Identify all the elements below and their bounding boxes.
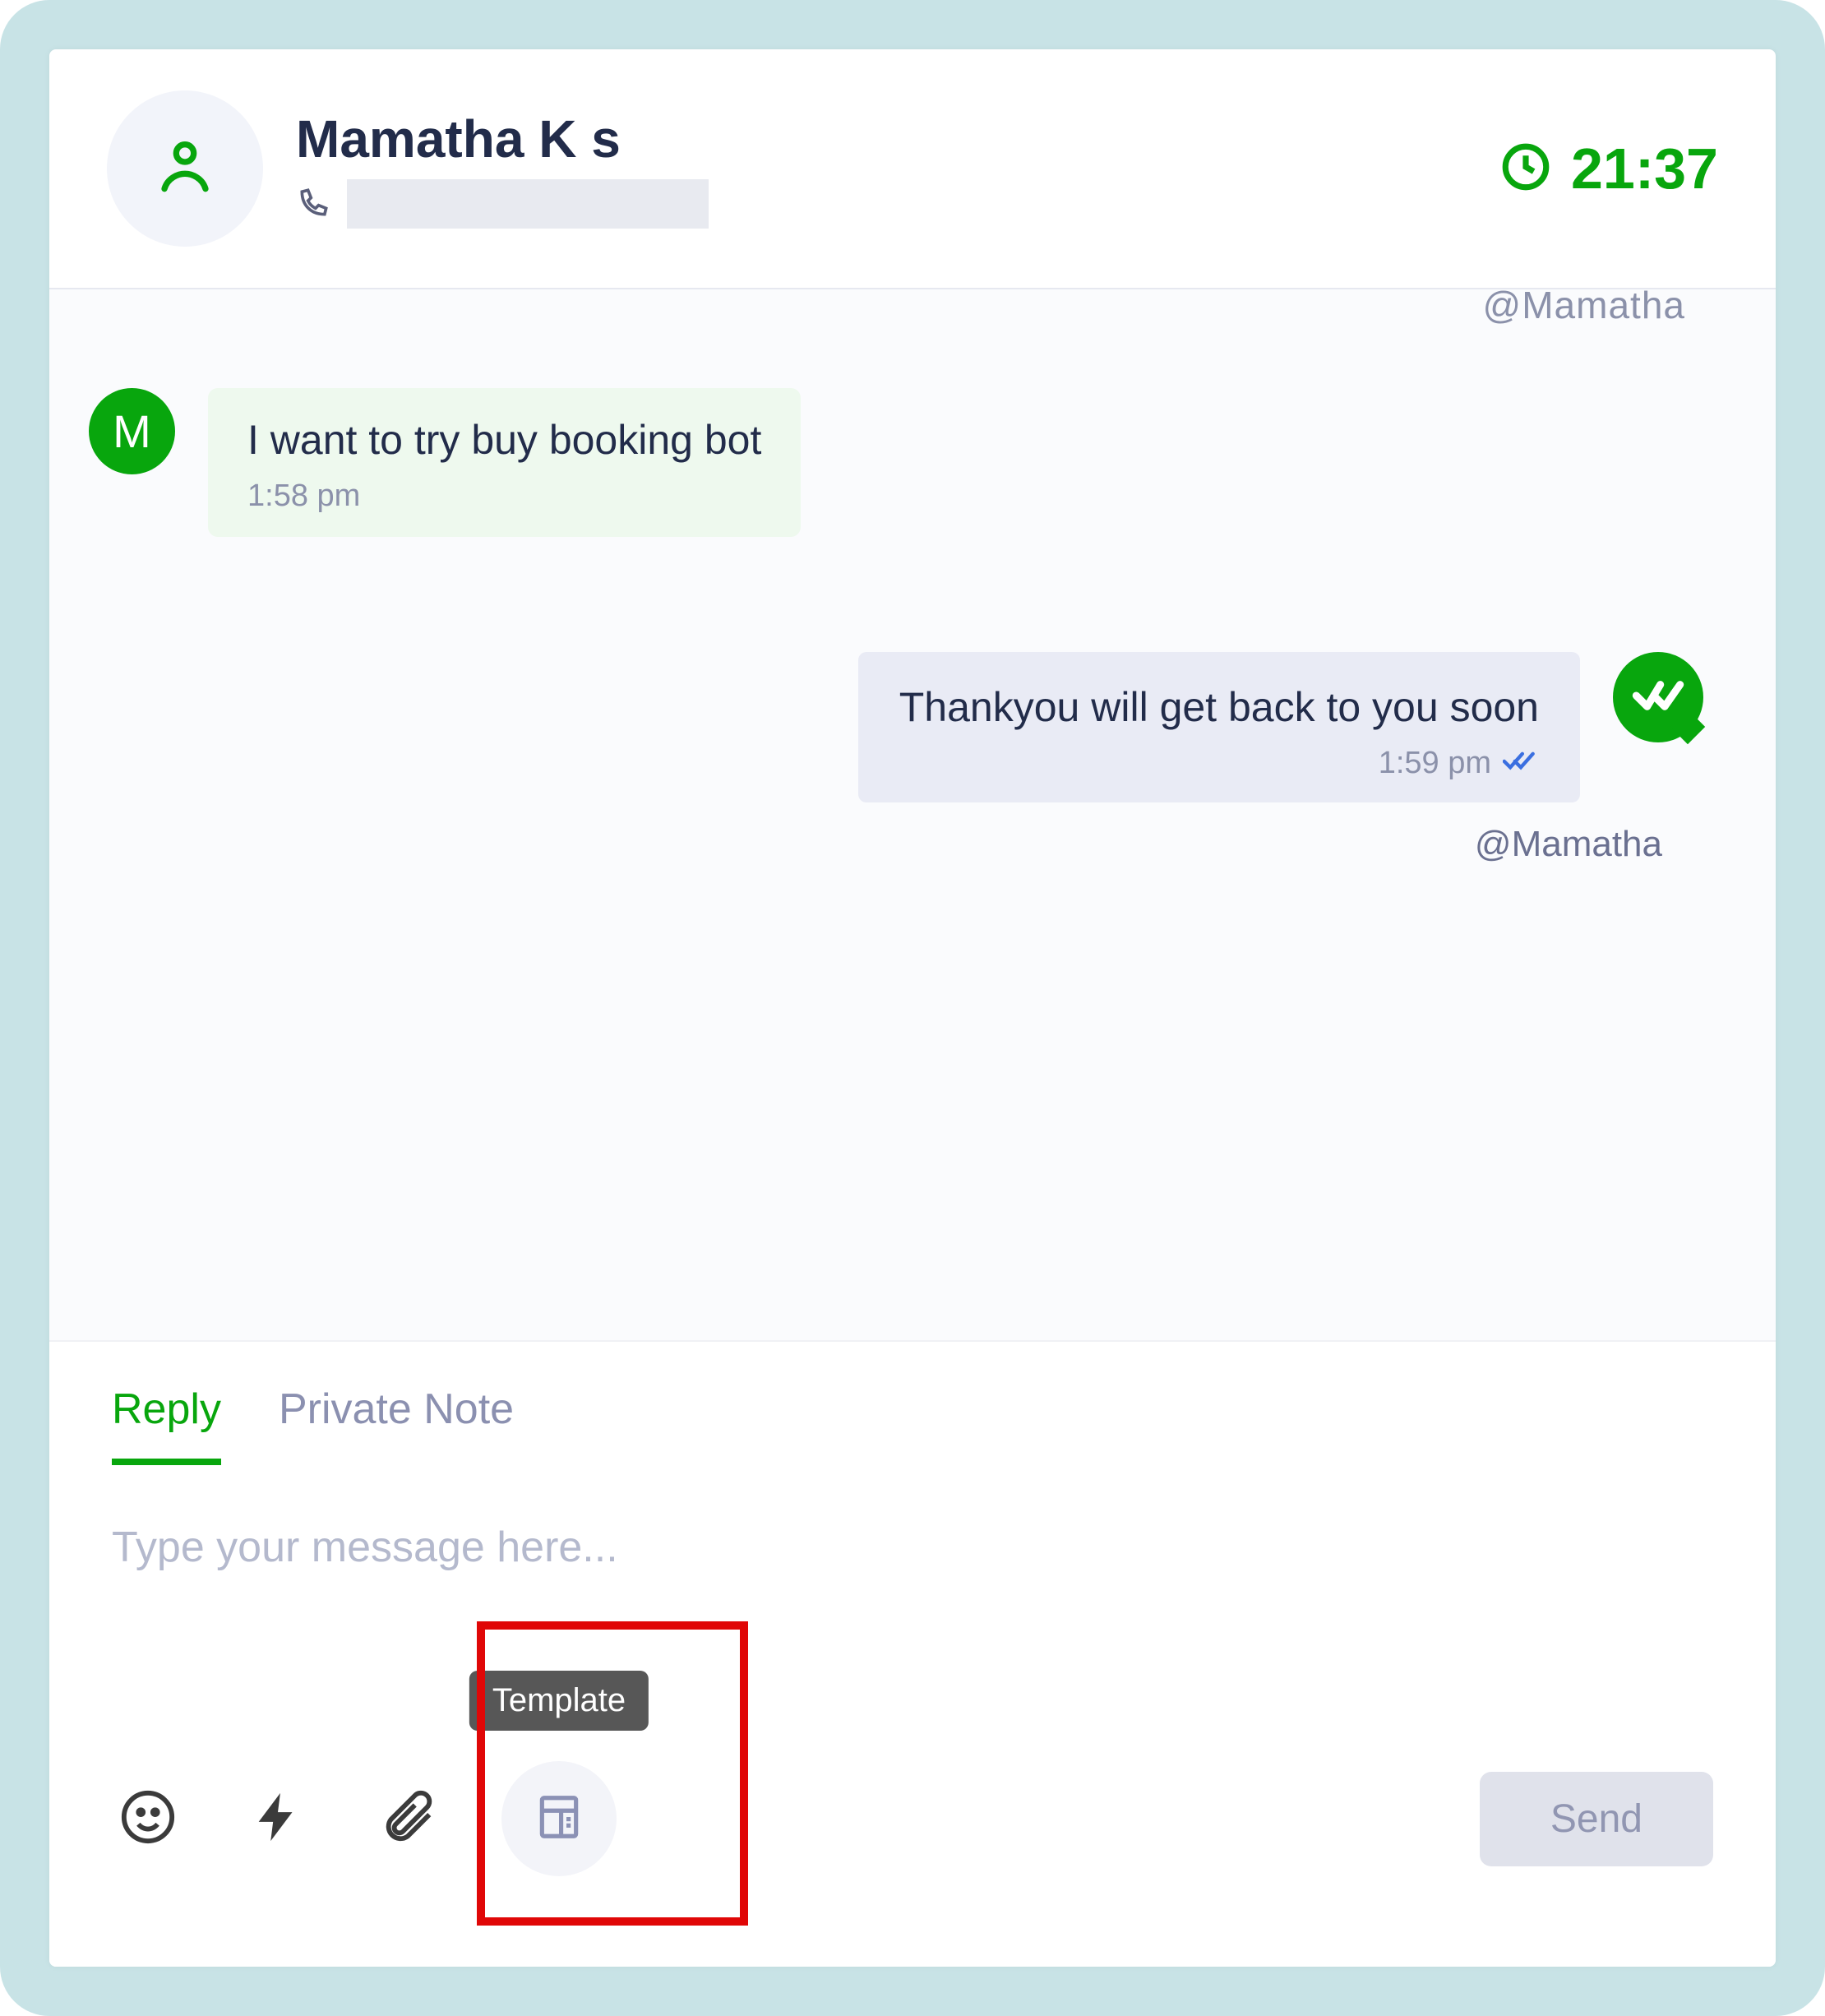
incoming-bubble[interactable]: I want to try buy booking bot 1:58 pm <box>208 388 801 537</box>
incoming-text: I want to try buy booking bot <box>247 416 761 464</box>
outgoing-message-row: Thankyou will get back to you soon 1:59 … <box>89 652 1736 802</box>
contact-info: Mamatha K s <box>296 109 709 229</box>
composer: Reply Private Note <box>49 1340 1776 1967</box>
phone-icon <box>296 184 332 224</box>
contact-name[interactable]: Mamatha K s <box>296 109 709 169</box>
channel-badge <box>1613 652 1703 742</box>
template-icon <box>534 1792 584 1847</box>
incoming-message-row: M I want to try buy booking bot 1:58 pm <box>89 388 1736 537</box>
incoming-time: 1:58 pm <box>247 479 761 514</box>
paperclip-icon <box>379 1788 437 1850</box>
message-input[interactable] <box>99 1514 1726 1580</box>
chat-messages[interactable]: @Mamatha M I want to try buy booking bot… <box>49 289 1776 1340</box>
emoji-icon <box>119 1788 177 1850</box>
tab-private-note[interactable]: Private Note <box>279 1370 514 1465</box>
chat-window: Mamatha K s 21:37 <box>49 49 1776 1967</box>
whatsapp-check-icon <box>1632 675 1684 720</box>
clock-icon <box>1499 140 1553 198</box>
contact-phone-row <box>296 179 709 229</box>
phone-number-masked <box>347 179 709 229</box>
outgoing-mention: @Mamatha <box>89 824 1736 865</box>
outgoing-text: Thankyou will get back to you soon <box>899 683 1539 731</box>
outgoing-bubble[interactable]: Thankyou will get back to you soon 1:59 … <box>858 652 1580 802</box>
emoji-button[interactable] <box>112 1782 184 1855</box>
person-icon <box>152 134 218 204</box>
composer-tabs: Reply Private Note <box>99 1370 1726 1465</box>
contact-avatar[interactable] <box>107 90 263 247</box>
read-receipt-icon <box>1503 750 1539 777</box>
tab-reply[interactable]: Reply <box>112 1370 221 1465</box>
timer-value: 21:37 <box>1571 136 1718 201</box>
previous-mention-fragment: @Mamatha <box>1483 289 1685 327</box>
chat-header: Mamatha K s 21:37 <box>49 49 1776 289</box>
template-tooltip: Template <box>469 1671 649 1731</box>
send-button[interactable]: Send <box>1480 1772 1713 1866</box>
lightning-icon <box>249 1788 307 1850</box>
outgoing-time: 1:59 pm <box>1379 746 1491 781</box>
sender-avatar[interactable]: M <box>89 388 175 474</box>
quick-reply-button[interactable] <box>242 1782 314 1855</box>
template-button[interactable]: Template <box>501 1761 617 1876</box>
attachment-button[interactable] <box>372 1782 444 1855</box>
composer-toolbar: Template Send <box>99 1761 1726 1876</box>
conversation-timer: 21:37 <box>1499 136 1718 201</box>
